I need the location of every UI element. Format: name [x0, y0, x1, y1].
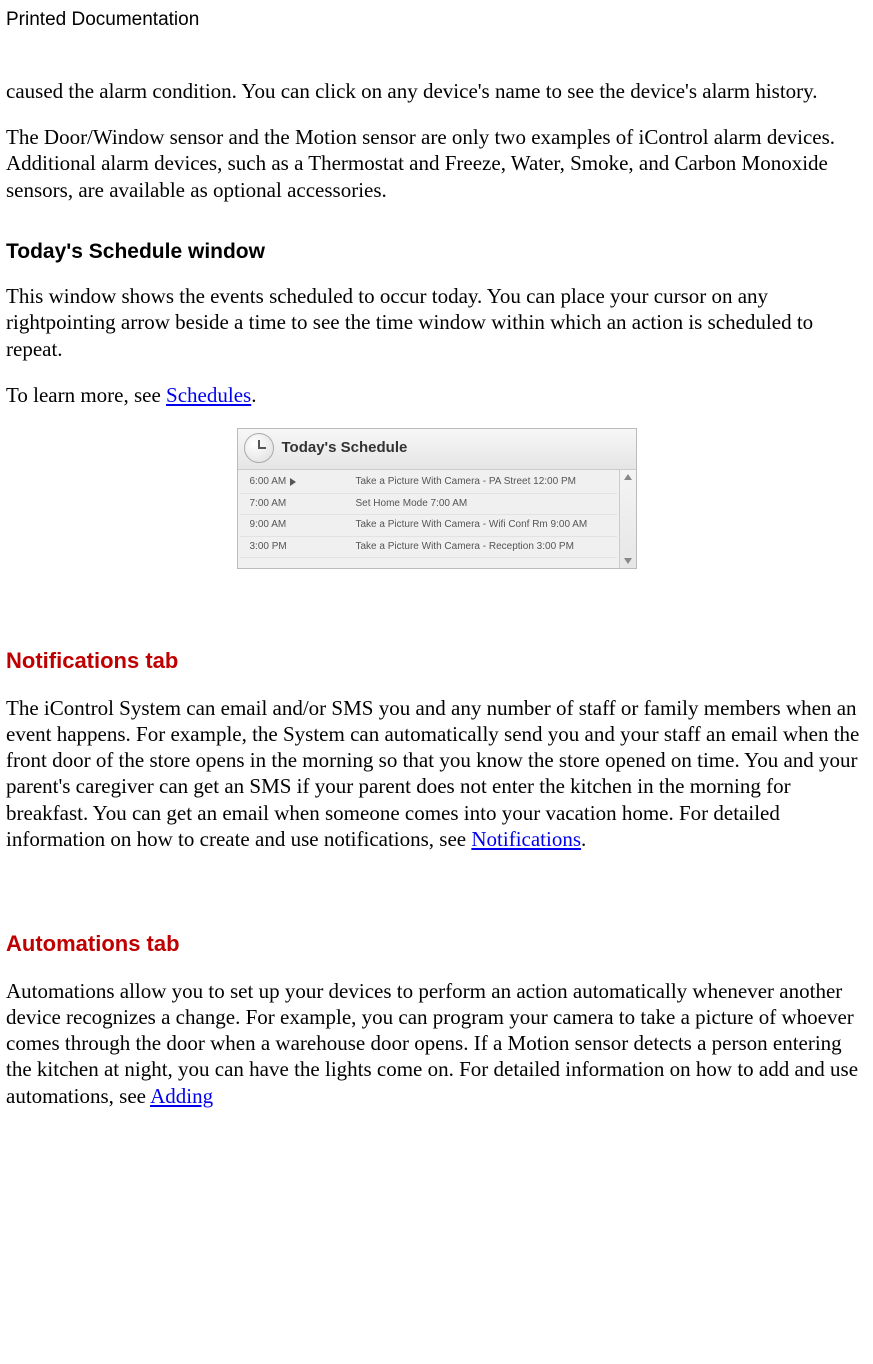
notifications-link[interactable]: Notifications — [471, 827, 581, 851]
heading-notifications-tab: Notifications tab — [6, 647, 867, 675]
text-fragment: Automations allow you to set up your dev… — [6, 979, 858, 1108]
schedule-row: 7:00 AM Set Home Mode 7:00 AM — [240, 494, 617, 516]
schedules-link[interactable]: Schedules — [166, 383, 251, 407]
todays-schedule-widget: Today's Schedule 6:00 AM Take a Picture … — [237, 428, 637, 569]
adding-link[interactable]: Adding — [150, 1084, 213, 1108]
widget-title: Today's Schedule — [282, 439, 408, 458]
scroll-down-icon[interactable] — [624, 558, 632, 564]
schedule-row: 3:00 PM Take a Picture With Camera - Rec… — [240, 537, 617, 559]
body-paragraph: This window shows the events scheduled t… — [6, 283, 867, 362]
text-fragment: . — [581, 827, 586, 851]
page-header: Printed Documentation — [6, 8, 867, 32]
scrollbar[interactable] — [619, 470, 636, 568]
clock-icon — [244, 433, 274, 463]
schedule-desc: Take a Picture With Camera - Wifi Conf R… — [352, 517, 617, 534]
body-paragraph: The iControl System can email and/or SMS… — [6, 695, 867, 853]
schedule-desc — [352, 560, 617, 564]
schedule-time: 6:00 AM — [250, 476, 287, 489]
schedule-time-cell: 6:00 AM — [240, 474, 352, 491]
schedule-time: 3:00 PM — [250, 541, 287, 554]
schedule-time: 7:00 AM — [250, 498, 287, 511]
widget-title-bar: Today's Schedule — [238, 429, 636, 470]
schedule-row: 6:00 AM Take a Picture With Camera - PA … — [240, 472, 617, 494]
body-paragraph: caused the alarm condition. You can clic… — [6, 78, 867, 104]
body-paragraph: Automations allow you to set up your dev… — [6, 978, 867, 1109]
schedule-row — [240, 558, 617, 566]
schedule-desc: Take a Picture With Camera - Reception 3… — [352, 539, 617, 556]
schedule-time-cell: 7:00 AM — [240, 496, 352, 513]
heading-automations-tab: Automations tab — [6, 930, 867, 958]
text-fragment: . — [251, 383, 256, 407]
body-paragraph: To learn more, see Schedules. — [6, 382, 867, 408]
schedule-time-cell: 9:00 AM — [240, 517, 352, 534]
schedule-list: 6:00 AM Take a Picture With Camera - PA … — [238, 470, 619, 568]
schedule-time-cell: 3:00 PM — [240, 539, 352, 556]
schedule-row: 9:00 AM Take a Picture With Camera - Wif… — [240, 515, 617, 537]
schedule-desc: Set Home Mode 7:00 AM — [352, 496, 617, 513]
text-fragment: To learn more, see — [6, 383, 166, 407]
scroll-up-icon[interactable] — [624, 474, 632, 480]
text-fragment: The iControl System can email and/or SMS… — [6, 696, 859, 851]
heading-today-schedule: Today's Schedule window — [6, 239, 867, 265]
repeat-arrow-icon[interactable] — [290, 478, 296, 486]
body-paragraph: The Door/Window sensor and the Motion se… — [6, 124, 867, 203]
schedule-time: 9:00 AM — [250, 519, 287, 532]
schedule-desc: Take a Picture With Camera - PA Street 1… — [352, 474, 617, 491]
schedule-time-cell — [240, 560, 352, 564]
